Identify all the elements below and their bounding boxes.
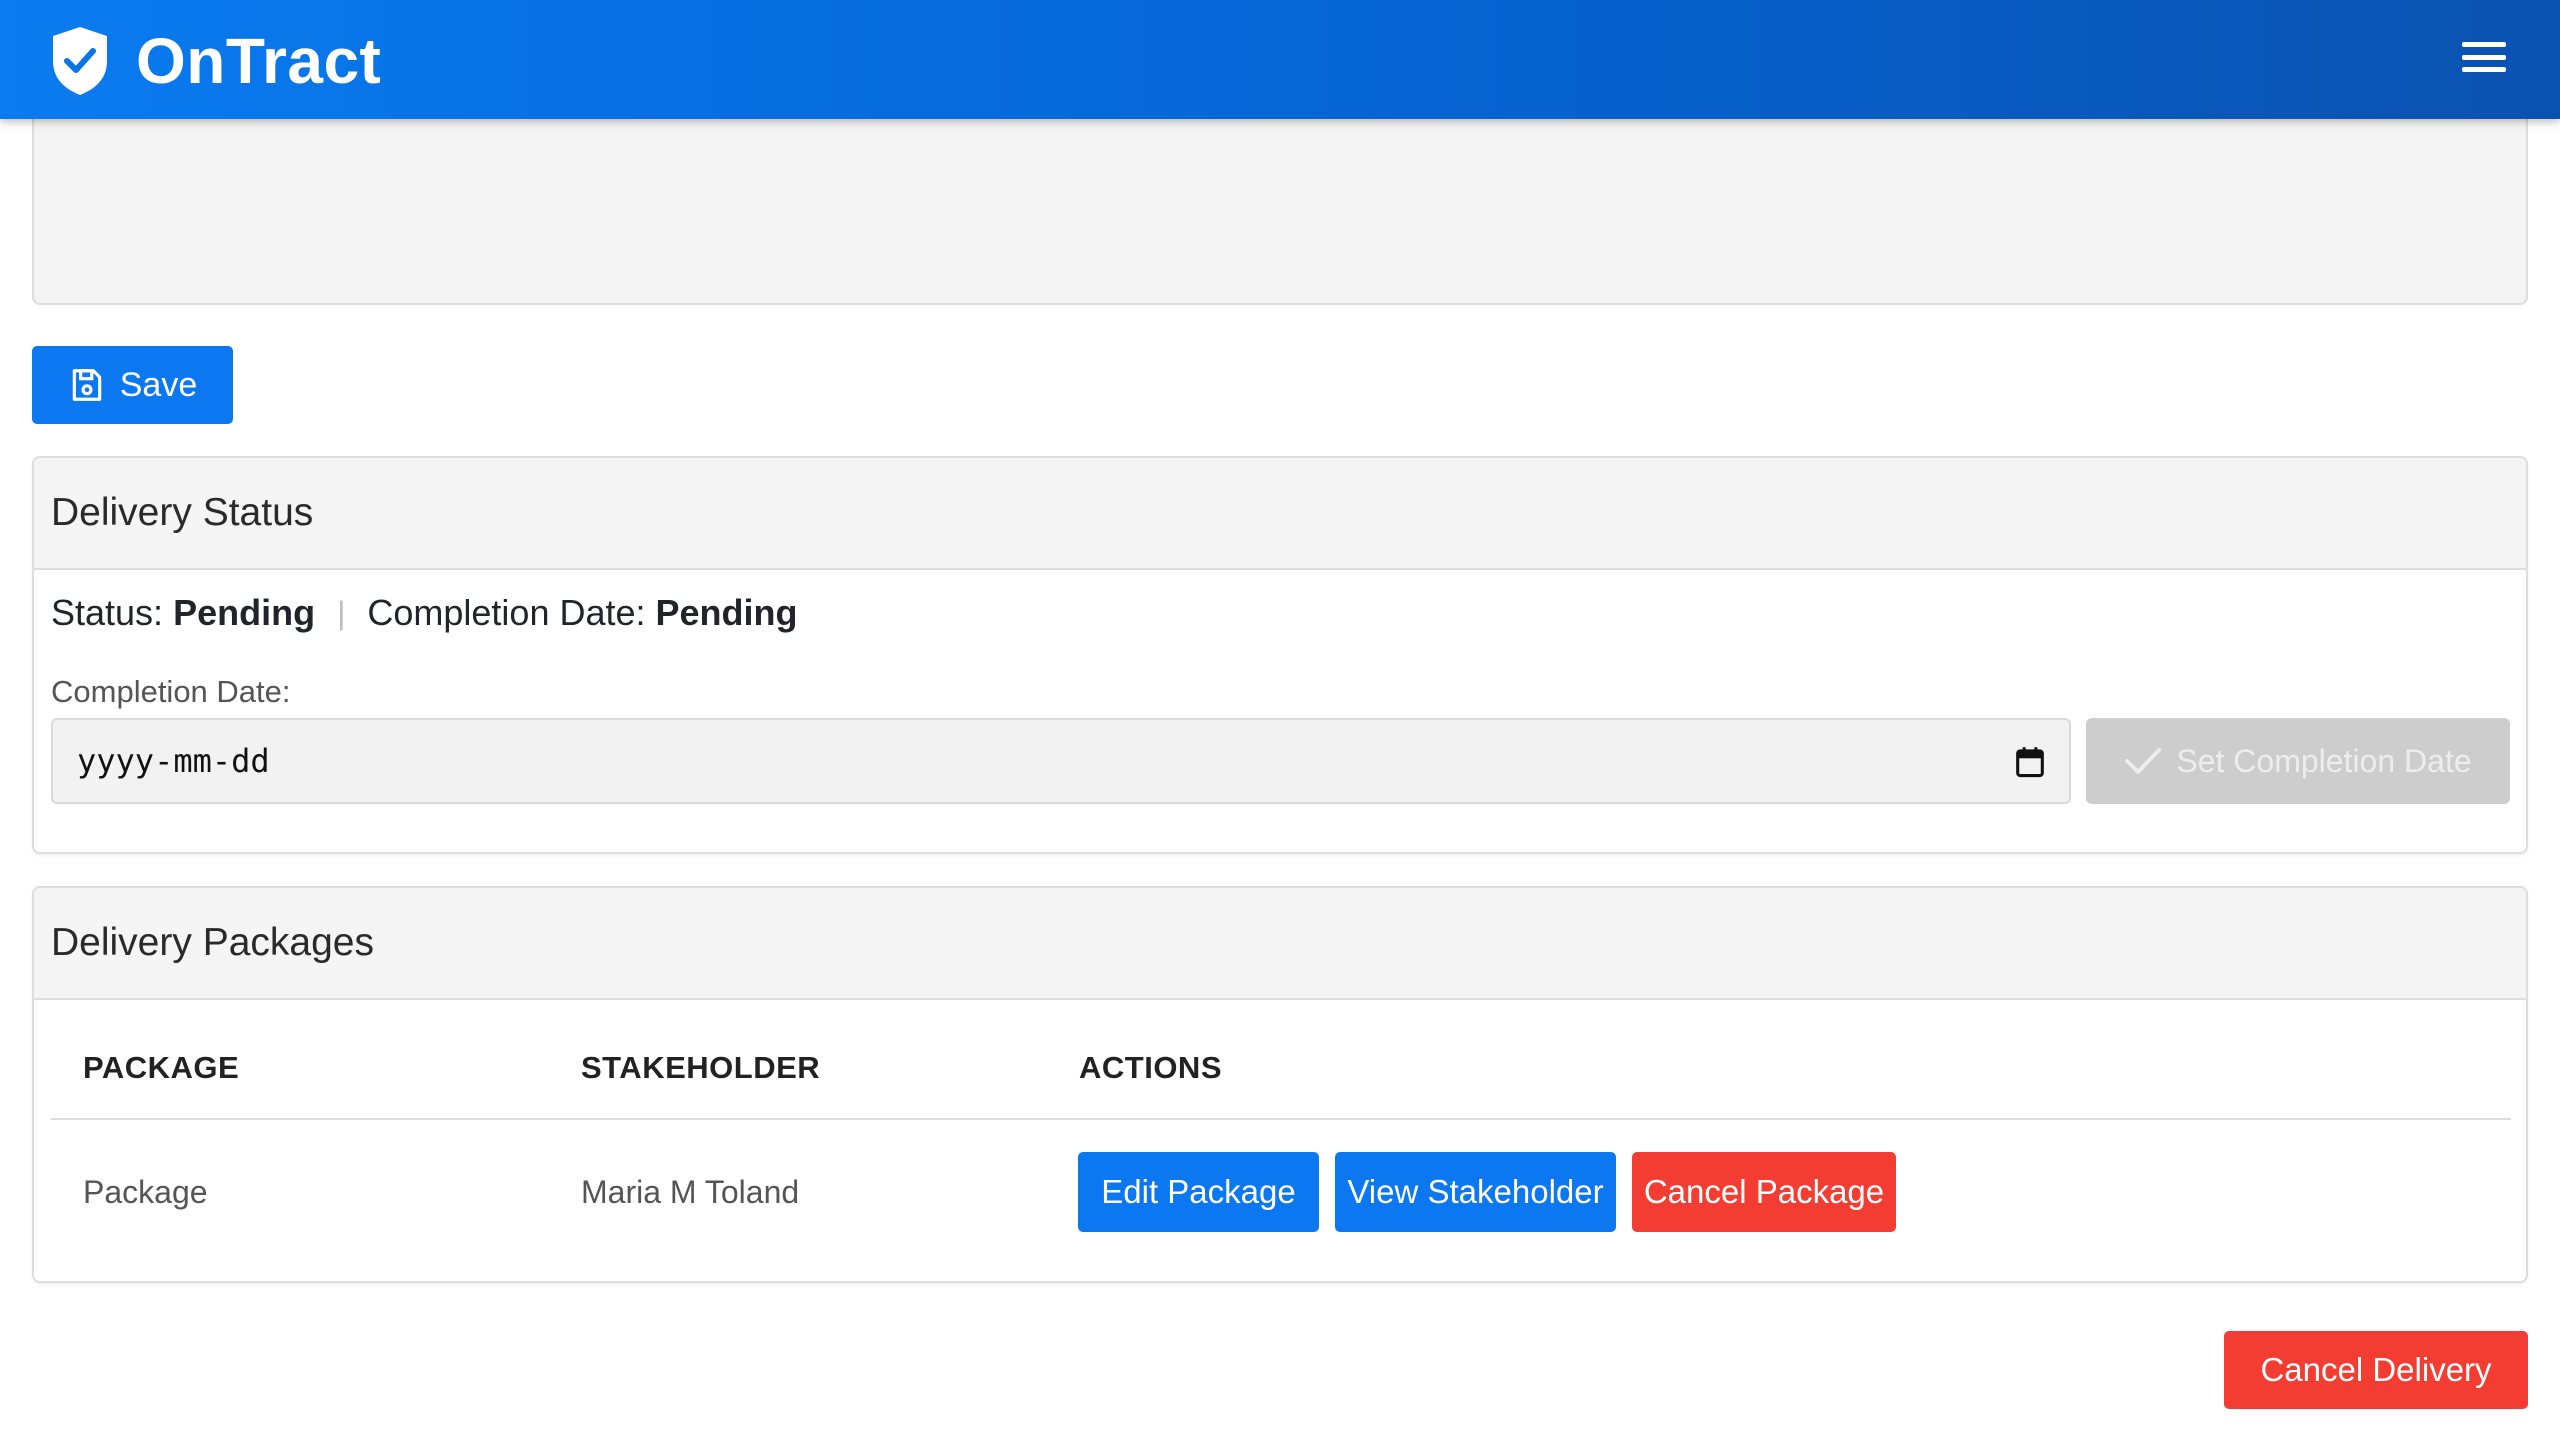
- save-icon: [72, 369, 101, 401]
- view-stakeholder-button[interactable]: View Stakeholder: [1335, 1152, 1616, 1232]
- status-value: Pending: [173, 592, 316, 633]
- edit-package-button[interactable]: Edit Package: [1078, 1152, 1319, 1232]
- checkmark-icon: [2125, 748, 2162, 774]
- column-header-stakeholder: STAKEHOLDER: [581, 1050, 821, 1085]
- column-header-package: PACKAGE: [83, 1050, 240, 1085]
- completion-date-field-label: Completion Date:: [51, 674, 291, 709]
- set-completion-date-button[interactable]: Set Completion Date: [2086, 718, 2510, 804]
- cancel-package-button[interactable]: Cancel Package: [1632, 1152, 1896, 1232]
- save-button[interactable]: Save: [32, 346, 233, 424]
- completion-date-value: Pending: [655, 592, 798, 633]
- date-placeholder: yyyy-mm-dd: [77, 742, 270, 780]
- hamburger-menu-icon[interactable]: [2462, 42, 2506, 72]
- completion-date-input[interactable]: yyyy-mm-dd: [51, 718, 2071, 804]
- app-header: OnTract: [0, 0, 2560, 119]
- delivery-status-card: Delivery Status Status: Pending | Comple…: [32, 456, 2528, 854]
- notes-textarea[interactable]: [32, 110, 2528, 305]
- save-button-label: Save: [119, 365, 198, 404]
- set-completion-date-label: Set Completion Date: [2176, 742, 2472, 779]
- app-name: OnTract: [136, 25, 382, 97]
- cell-package: Package: [83, 1174, 208, 1210]
- status-label: Status:: [51, 592, 164, 633]
- brand[interactable]: OnTract: [49, 24, 381, 98]
- delivery-packages-title: Delivery Packages: [34, 888, 2526, 1000]
- cell-stakeholder: Maria M Toland: [581, 1174, 800, 1210]
- cancel-delivery-button[interactable]: Cancel Delivery: [2224, 1331, 2528, 1409]
- status-summary: Status: Pending | Completion Date: Pendi…: [51, 592, 798, 634]
- calendar-icon[interactable]: [2015, 746, 2045, 778]
- delivery-status-title: Delivery Status: [34, 458, 2526, 570]
- delivery-packages-card: Delivery Packages PACKAGE STAKEHOLDER AC…: [32, 886, 2528, 1283]
- table-divider: [51, 1118, 2511, 1120]
- shield-check-icon: [53, 27, 107, 95]
- divider: |: [337, 594, 346, 631]
- column-header-actions: ACTIONS: [1079, 1050, 1222, 1085]
- completion-date-label: Completion Date:: [367, 592, 646, 633]
